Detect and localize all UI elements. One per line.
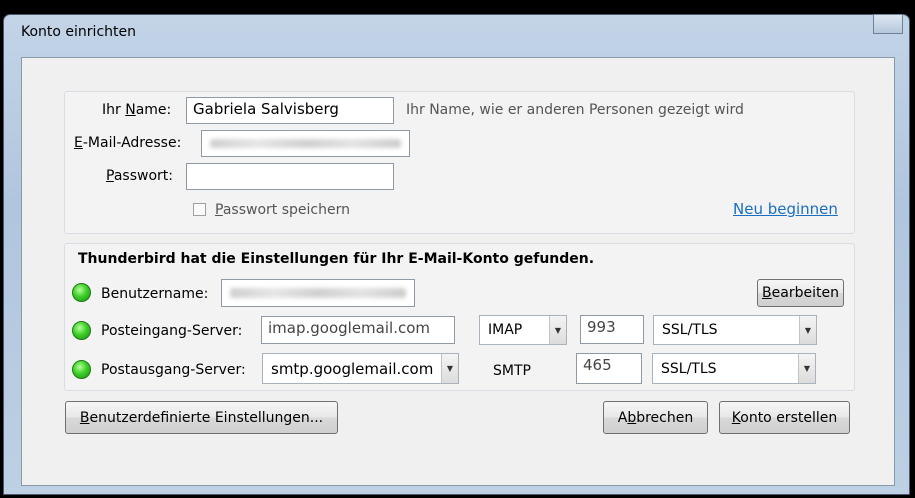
outgoing-protocol-label: SMTP <box>493 363 531 379</box>
identity-group: Ihr Name: Gabriela Salvisberg Ihr Name, … <box>64 91 855 234</box>
outgoing-security-select[interactable]: SSL/TLS ▼ <box>652 353 816 384</box>
close-window-button[interactable] <box>873 14 903 34</box>
chevron-down-icon[interactable]: ▼ <box>441 354 458 383</box>
cancel-button[interactable]: Abbrechen <box>603 401 708 434</box>
incoming-port-input[interactable]: 993 <box>580 315 644 344</box>
outgoing-security-value: SSL/TLS <box>661 360 717 377</box>
password-input[interactable] <box>186 163 394 190</box>
outgoing-status-icon <box>72 360 91 379</box>
restart-link[interactable]: Neu beginnen <box>733 200 838 218</box>
result-heading: Thunderbird hat die Einstellungen für Ih… <box>78 251 595 267</box>
outgoing-server-value: smtp.googlemail.com <box>271 359 434 378</box>
chevron-down-icon[interactable]: ▼ <box>798 354 815 383</box>
username-label: Benutzername: <box>101 286 209 302</box>
remember-password-checkbox[interactable] <box>193 203 206 216</box>
dialog-window: Konto einrichten Ihr Name: Gabriela Salv… <box>3 14 910 495</box>
incoming-server-input[interactable]: imap.googlemail.com <box>261 316 455 344</box>
window-title: Konto einrichten <box>21 24 136 40</box>
outgoing-port-input[interactable]: 465 <box>576 353 642 384</box>
incoming-status-icon <box>72 321 91 340</box>
name-hint: Ihr Name, wie er anderen Personen gezeig… <box>406 102 744 118</box>
remember-password-label: Passwort speichern <box>215 202 350 218</box>
incoming-security-value: SSL/TLS <box>662 322 718 338</box>
chevron-down-icon[interactable]: ▼ <box>799 316 816 344</box>
dialog-client-area: Ihr Name: Gabriela Salvisberg Ihr Name, … <box>21 57 895 486</box>
outgoing-label: Postausgang-Server: <box>101 362 246 378</box>
incoming-protocol-select[interactable]: IMAP ▼ <box>479 315 567 345</box>
name-input[interactable]: Gabriela Salvisberg <box>186 97 394 124</box>
server-result-group: Thunderbird hat die Einstellungen für Ih… <box>64 243 855 391</box>
incoming-security-select[interactable]: SSL/TLS ▼ <box>653 315 817 345</box>
edit-button[interactable]: Bearbeiten <box>757 279 844 307</box>
outgoing-server-select[interactable]: smtp.googlemail.com ▼ <box>262 353 459 384</box>
email-input[interactable] <box>201 130 410 157</box>
username-input[interactable] <box>221 279 415 307</box>
name-label: Ihr Name: <box>102 102 172 118</box>
custom-settings-button[interactable]: Benutzerdefinierte Einstellungen... <box>65 401 338 434</box>
username-status-icon <box>72 283 91 302</box>
incoming-protocol-value: IMAP <box>488 322 523 338</box>
password-label: Passwort: <box>106 168 173 184</box>
create-account-button[interactable]: Konto erstellen <box>719 401 850 434</box>
chevron-down-icon[interactable]: ▼ <box>549 316 566 344</box>
incoming-label: Posteingang-Server: <box>101 323 243 339</box>
email-label: E-Mail-Adresse: <box>74 135 182 151</box>
